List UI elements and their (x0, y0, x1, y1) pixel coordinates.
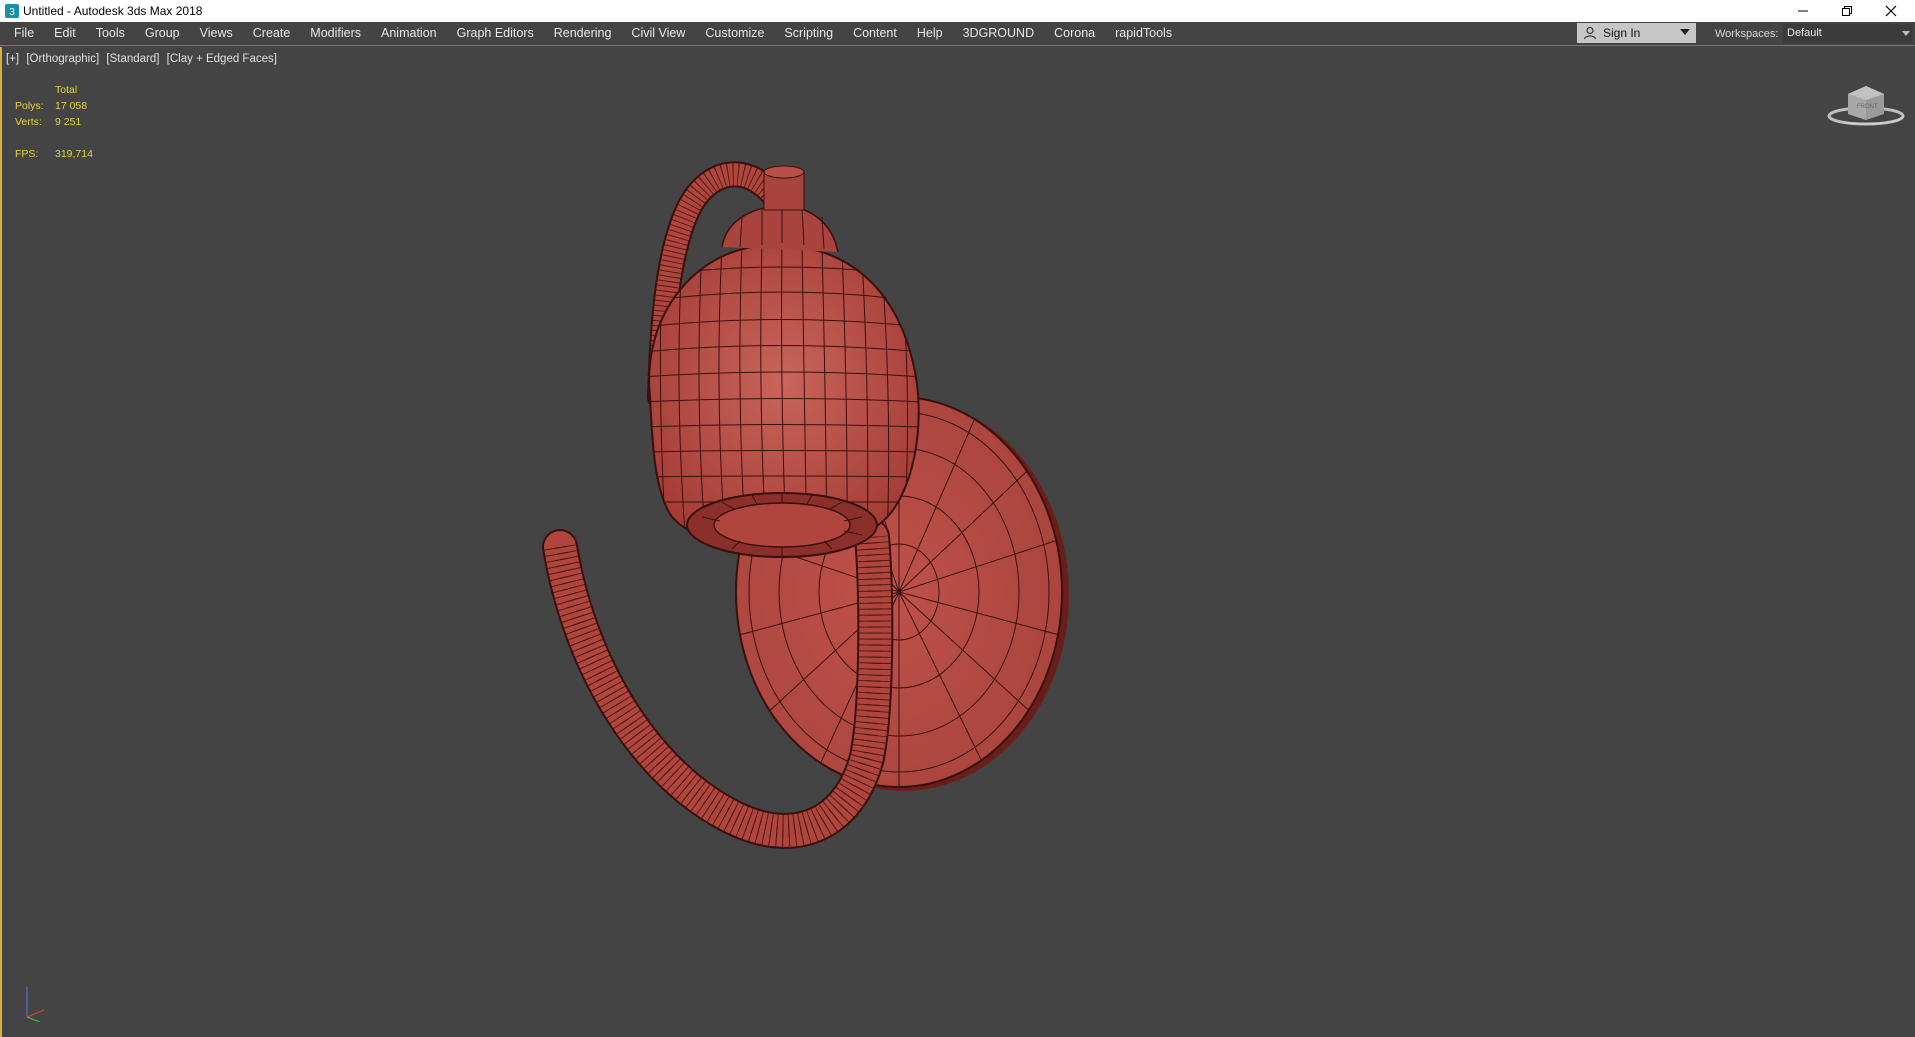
fps-value: 319,714 (55, 148, 93, 160)
chevron-down-icon (1680, 29, 1690, 35)
menu-group[interactable]: Group (135, 22, 190, 45)
menu-bar: File Edit Tools Group Views Create Modif… (0, 22, 1915, 46)
menu-edit[interactable]: Edit (44, 22, 86, 45)
polys-label: Polys: (15, 100, 44, 112)
restore-button[interactable] (1825, 0, 1869, 22)
menu-file[interactable]: File (4, 22, 44, 45)
user-icon (1583, 26, 1597, 40)
viewcube[interactable]: FRONT (1826, 80, 1906, 130)
3ds-max-icon: 3 (5, 4, 19, 18)
menu-tools[interactable]: Tools (86, 22, 135, 45)
menu-scripting[interactable]: Scripting (774, 22, 843, 45)
svg-text:3: 3 (9, 7, 15, 18)
menu-customize[interactable]: Customize (695, 22, 774, 45)
menu-modifiers[interactable]: Modifiers (300, 22, 371, 45)
viewcube-face-label: FRONT (1857, 104, 1878, 110)
workspaces-label: Workspaces: (1715, 28, 1779, 40)
polys-value: 17 058 (55, 100, 88, 112)
restore-icon (1842, 6, 1852, 16)
sconce-model-mesh[interactable] (542, 117, 1362, 1017)
menu-rendering[interactable]: Rendering (544, 22, 622, 45)
viewport-shading-menu[interactable]: [Clay + Edged Faces] (167, 53, 277, 65)
close-button[interactable] (1869, 0, 1913, 22)
workspaces-dropdown[interactable]: Default (1783, 24, 1913, 43)
viewport-general-menu[interactable]: [+] (6, 53, 19, 65)
menu-views[interactable]: Views (190, 22, 243, 45)
viewport-point-of-view-menu[interactable]: [Orthographic] (26, 53, 99, 65)
workspaces-value: Default (1787, 27, 1822, 39)
menu-help[interactable]: Help (907, 22, 953, 45)
sign-in-label: Sign In (1603, 26, 1641, 40)
chevron-down-icon (1902, 31, 1910, 36)
menu-3dground[interactable]: 3DGROUND (953, 22, 1045, 45)
axis-tripod-icon (26, 987, 45, 1022)
menu-animation[interactable]: Animation (371, 22, 447, 45)
menu-rapidtools[interactable]: rapidTools (1105, 22, 1182, 45)
window-title: Untitled - Autodesk 3ds Max 2018 (23, 4, 203, 18)
minimize-icon (1798, 10, 1808, 12)
verts-value: 9 251 (55, 116, 82, 128)
main-menu: File Edit Tools Group Views Create Modif… (4, 22, 1182, 45)
menu-graph-editors[interactable]: Graph Editors (447, 22, 544, 45)
menu-civil-view[interactable]: Civil View (621, 22, 695, 45)
stats-header: Total (55, 84, 78, 96)
menu-content[interactable]: Content (843, 22, 907, 45)
title-bar: 3 Untitled - Autodesk 3ds Max 2018 (0, 0, 1915, 22)
minimize-button[interactable] (1781, 0, 1825, 22)
close-icon (1885, 5, 1897, 17)
viewport-standard-menu[interactable]: [Standard] (106, 53, 159, 65)
fps-label: FPS: (15, 148, 39, 160)
verts-label: Verts: (15, 116, 42, 128)
menu-corona[interactable]: Corona (1044, 22, 1105, 45)
sign-in-button[interactable]: Sign In (1577, 23, 1696, 43)
viewport-label-menu: [+] [Orthographic] [Standard] [Clay + Ed… (6, 53, 281, 65)
viewport-orthographic[interactable]: [+] [Orthographic] [Standard] [Clay + Ed… (0, 47, 1915, 1037)
menu-create[interactable]: Create (243, 22, 301, 45)
